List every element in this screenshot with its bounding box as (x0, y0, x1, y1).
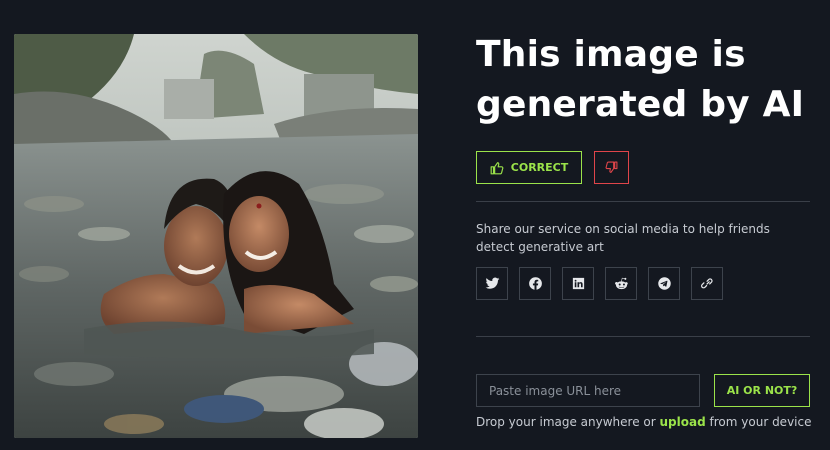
image-url-input[interactable] (476, 374, 700, 407)
link-icon (700, 278, 713, 289)
photo-illustration (14, 34, 418, 438)
thumbs-up-icon (490, 161, 504, 174)
divider-bottom (476, 336, 810, 337)
copy-link-button[interactable] (691, 267, 723, 300)
upload-link[interactable]: upload (660, 415, 706, 429)
url-check-row: AI OR NOT? (476, 374, 810, 407)
result-title-line-2: generated by AI (476, 84, 805, 125)
facebook-share-button[interactable] (519, 267, 551, 300)
thumbs-down-icon (605, 161, 618, 173)
linkedin-icon (572, 277, 584, 290)
telegram-share-button[interactable] (648, 267, 680, 300)
drop-hint: Drop your image anywhere or upload from … (476, 415, 816, 429)
result-title-line-1: This image is (476, 34, 746, 75)
twitter-icon (485, 277, 499, 289)
result-title: This image is generated by AI (476, 30, 812, 130)
result-image (14, 34, 418, 438)
correct-button-label: CORRECT (510, 161, 569, 174)
divider-top (476, 201, 810, 202)
linkedin-share-button[interactable] (562, 267, 594, 300)
page: This image is generated by AI CORRECT Sh… (0, 0, 830, 450)
result-panel: This image is generated by AI CORRECT Sh… (476, 30, 812, 429)
social-share-row (476, 267, 723, 300)
wrong-button[interactable] (594, 151, 629, 184)
correct-button[interactable]: CORRECT (476, 151, 582, 184)
drop-hint-prefix: Drop your image anywhere or (476, 415, 656, 429)
twitter-share-button[interactable] (476, 267, 508, 300)
vote-row: CORRECT (476, 151, 629, 184)
reddit-share-button[interactable] (605, 267, 637, 300)
drop-hint-suffix: from your device (709, 415, 812, 429)
reddit-icon (614, 277, 628, 290)
share-text: Share our service on social media to hel… (476, 222, 770, 254)
facebook-icon (528, 277, 542, 290)
telegram-icon (657, 277, 671, 290)
ai-or-not-button[interactable]: AI OR NOT? (714, 374, 810, 407)
